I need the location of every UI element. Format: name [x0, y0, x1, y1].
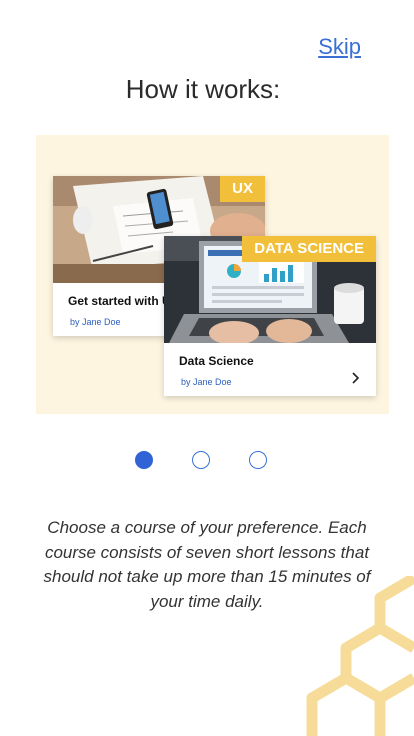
skip-link[interactable]: Skip: [318, 34, 361, 60]
course-author: by Jane Doe: [181, 377, 232, 387]
course-image-data-science: DATA SCIENCE: [164, 236, 376, 343]
page-dot-2[interactable]: [192, 451, 210, 469]
page-dot-3[interactable]: [249, 451, 267, 469]
course-author: by Jane Doe: [70, 317, 121, 327]
course-card-data-science[interactable]: DATA SCIENCE Data Science by Jane Doe: [164, 236, 376, 396]
category-badge-data-science: DATA SCIENCE: [242, 236, 376, 262]
hexagon-decoration: [306, 576, 414, 736]
category-badge-ux: UX: [220, 176, 265, 202]
course-carousel[interactable]: UX Get started with U by Jane Doe DATA S…: [36, 135, 389, 414]
course-title: Data Science: [179, 354, 254, 368]
pagination-dots: [0, 451, 406, 473]
page-title: How it works:: [125, 74, 281, 104]
page-dot-1[interactable]: [135, 451, 153, 469]
course-title: Get started with U: [68, 294, 171, 308]
chevron-right-icon[interactable]: [350, 372, 362, 384]
